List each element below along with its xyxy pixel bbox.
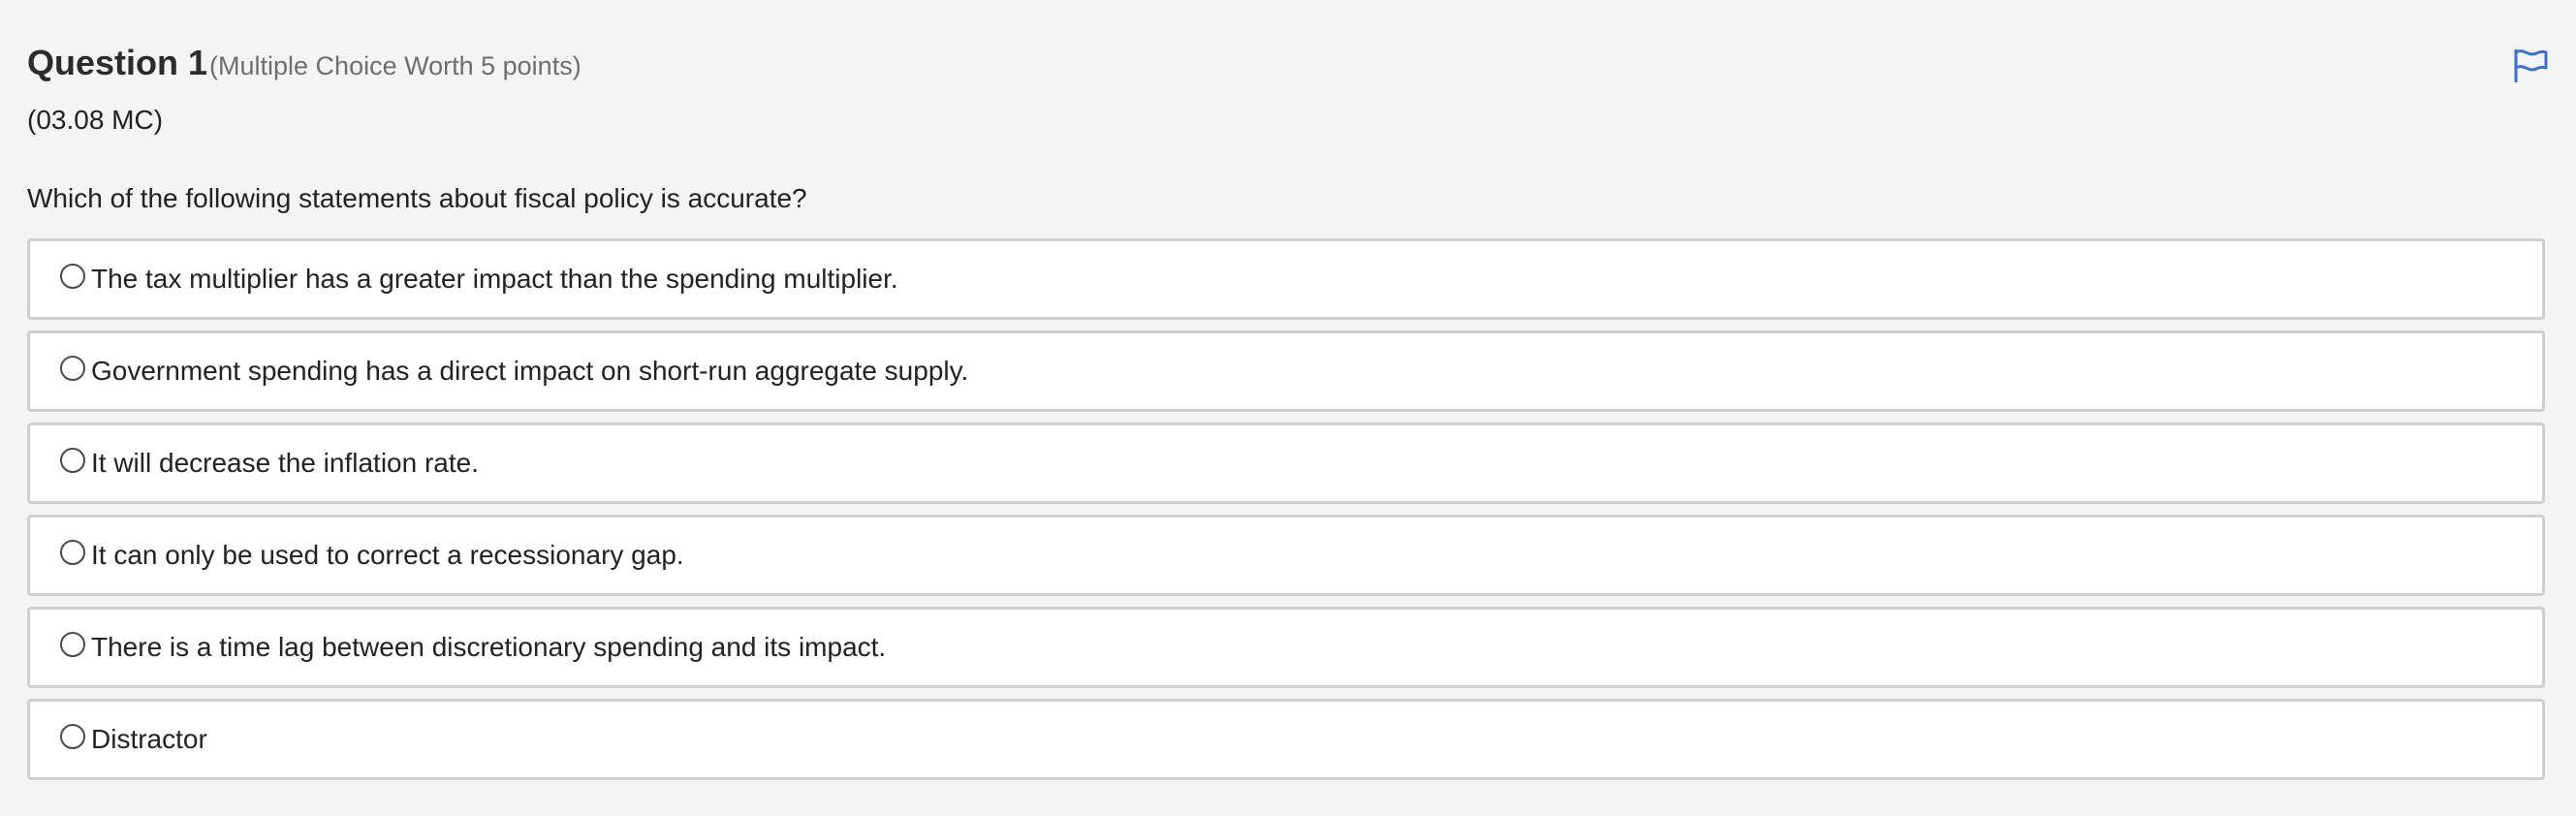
answer-option-label: Government spending has a direct impact … [91, 356, 969, 386]
answer-option-label: Distractor [91, 724, 207, 754]
radio-button[interactable] [60, 448, 85, 473]
answer-option-label: The tax multiplier has a greater impact … [91, 264, 898, 294]
radio-button[interactable] [60, 356, 85, 381]
answer-option-label: There is a time lag between discretionar… [91, 632, 887, 662]
answer-options: The tax multiplier has a greater impact … [27, 238, 2545, 791]
answer-option[interactable]: It can only be used to correct a recessi… [27, 515, 2545, 596]
radio-button[interactable] [60, 264, 85, 289]
answer-option[interactable]: It will decrease the inflation rate. [27, 423, 2545, 504]
answer-option[interactable]: The tax multiplier has a greater impact … [27, 238, 2545, 320]
radio-button[interactable] [60, 724, 85, 749]
answer-option-label: It will decrease the inflation rate. [91, 448, 479, 478]
question-header: Question 1 (Multiple Choice Worth 5 poin… [27, 43, 581, 83]
question-title: Question 1 [27, 43, 208, 82]
answer-option-label: It can only be used to correct a recessi… [91, 540, 684, 570]
question-prompt: Which of the following statements about … [27, 183, 807, 213]
question-code: (03.08 MC) [27, 105, 164, 135]
radio-button[interactable] [60, 632, 85, 657]
answer-option[interactable]: Distractor [27, 699, 2545, 780]
radio-button[interactable] [60, 540, 85, 565]
answer-option[interactable]: Government spending has a direct impact … [27, 330, 2545, 412]
question-meta: (Multiple Choice Worth 5 points) [209, 51, 581, 80]
answer-option[interactable]: There is a time lag between discretionar… [27, 607, 2545, 688]
flag-icon[interactable] [2511, 47, 2550, 85]
